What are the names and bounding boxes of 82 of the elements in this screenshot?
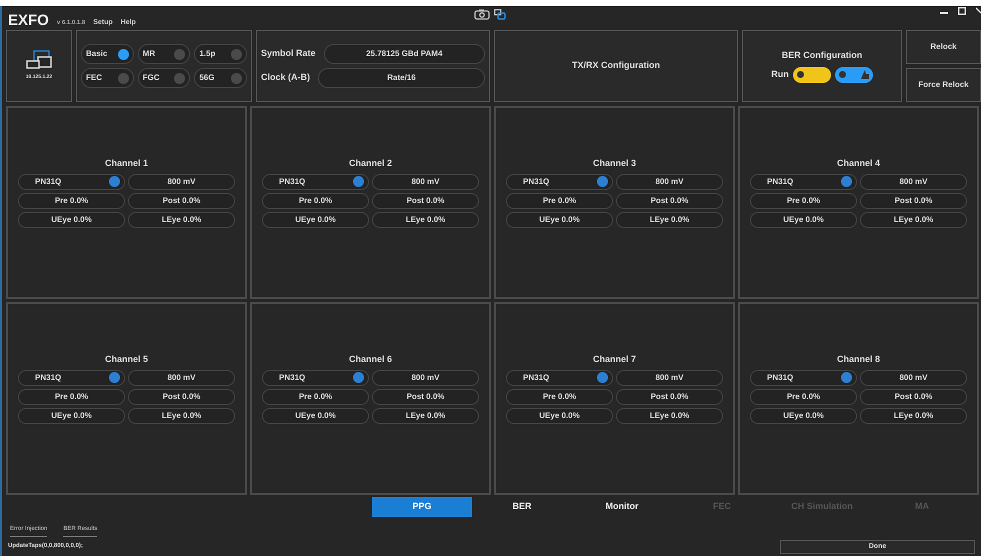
channel-title: Channel 1: [104, 157, 149, 170]
close-button[interactable]: [976, 6, 981, 15]
txrx-config-button[interactable]: TX/RX Configuration: [494, 30, 738, 102]
channel-title: Channel 2: [348, 157, 393, 170]
post-emphasis-field[interactable]: Post 0.0%: [860, 388, 967, 405]
relock-button[interactable]: Force Relock: [906, 68, 981, 102]
pattern-field[interactable]: PN31Q: [750, 370, 857, 386]
tab[interactable]: Monitor: [572, 497, 672, 517]
lower-eye-field[interactable]: LEye 0.0%: [860, 408, 967, 424]
amplitude-field[interactable]: 800 mV: [128, 370, 235, 386]
pattern-field[interactable]: PN31Q: [18, 174, 125, 190]
run-toggle[interactable]: [792, 66, 831, 83]
value-field[interactable]: Rate/16: [318, 68, 485, 88]
lower-eye-field[interactable]: LEye 0.0%: [860, 212, 967, 228]
relock-button[interactable]: Relock: [906, 30, 981, 64]
pre-emphasis-field[interactable]: Pre 0.0%: [750, 192, 857, 209]
panel-title: BER Configuration: [782, 49, 862, 62]
channel-title: Channel 8: [836, 353, 881, 366]
field-label: Symbol Rate: [261, 47, 316, 60]
amplitude-field[interactable]: 800 mV: [860, 174, 967, 190]
channel-title: Channel 7: [592, 353, 637, 366]
channel-title: Channel 5: [104, 353, 149, 366]
amplitude-field[interactable]: 800 mV: [616, 174, 723, 190]
tab[interactable]: PPG: [372, 497, 472, 517]
pre-emphasis-field[interactable]: Pre 0.0%: [750, 388, 857, 405]
mode-toggle[interactable]: MR: [138, 44, 190, 64]
windows-icon[interactable]: [494, 9, 506, 20]
upper-eye-field[interactable]: UEye 0.0%: [750, 408, 857, 424]
mode-toggle[interactable]: FEC: [81, 68, 134, 88]
app-logo: EXFO: [8, 13, 49, 28]
lower-eye-field[interactable]: LEye 0.0%: [128, 212, 235, 228]
post-emphasis-field[interactable]: Post 0.0%: [372, 388, 479, 405]
amplitude-field[interactable]: 800 mV: [860, 370, 967, 386]
lower-eye-field[interactable]: LEye 0.0%: [372, 408, 479, 424]
pre-emphasis-field[interactable]: Pre 0.0%: [506, 192, 613, 209]
amplitude-field[interactable]: 800 mV: [372, 174, 479, 190]
lower-eye-field[interactable]: LEye 0.0%: [372, 212, 479, 228]
pre-emphasis-field[interactable]: Pre 0.0%: [18, 388, 125, 405]
upper-eye-field[interactable]: UEye 0.0%: [18, 408, 125, 424]
post-emphasis-field[interactable]: Post 0.0%: [616, 388, 723, 405]
upper-eye-field[interactable]: UEye 0.0%: [262, 212, 369, 228]
pattern-field[interactable]: PN31Q: [506, 370, 613, 386]
channel-title: Channel 6: [348, 353, 393, 366]
amplitude-field[interactable]: 800 mV: [128, 174, 235, 190]
amplitude-field[interactable]: 800 mV: [616, 370, 723, 386]
post-emphasis-field[interactable]: Post 0.0%: [128, 192, 235, 209]
pattern-field[interactable]: PN31Q: [750, 174, 857, 190]
amplitude-field[interactable]: 800 mV: [372, 370, 479, 386]
pre-emphasis-field[interactable]: Pre 0.0%: [262, 388, 369, 405]
pattern-field[interactable]: PN31Q: [506, 174, 613, 190]
pre-emphasis-field[interactable]: Pre 0.0%: [18, 192, 125, 209]
lower-eye-field[interactable]: LEye 0.0%: [128, 408, 235, 424]
upper-eye-field[interactable]: UEye 0.0%: [750, 212, 857, 228]
upper-eye-field[interactable]: UEye 0.0%: [262, 408, 369, 424]
pre-emphasis-field[interactable]: Pre 0.0%: [262, 192, 369, 209]
lower-eye-field[interactable]: LEye 0.0%: [616, 212, 723, 228]
lower-eye-field[interactable]: LEye 0.0%: [616, 408, 723, 424]
maximize-button[interactable]: [958, 6, 966, 15]
post-emphasis-field[interactable]: Post 0.0%: [860, 192, 967, 209]
network-devices-icon: [26, 50, 52, 70]
pattern-field[interactable]: PN31Q: [262, 174, 369, 190]
pattern-field[interactable]: PN31Q: [262, 370, 369, 386]
channel-title: Channel 3: [592, 157, 637, 170]
field-label: Clock (A-B): [261, 71, 310, 84]
mode-toggle[interactable]: 56G: [194, 68, 247, 88]
mode-toggle[interactable]: FGC: [138, 68, 190, 88]
mode-toggle[interactable]: 1.5p: [194, 44, 247, 64]
upper-eye-field[interactable]: UEye 0.0%: [506, 212, 613, 228]
upper-eye-field[interactable]: UEye 0.0%: [506, 408, 613, 424]
mode-toggle[interactable]: Basic: [81, 44, 134, 64]
camera-icon[interactable]: [474, 9, 490, 20]
pre-emphasis-field[interactable]: Pre 0.0%: [506, 388, 613, 405]
tab[interactable]: BER: [472, 497, 572, 517]
channel-title: Channel 4: [836, 157, 881, 170]
value-field[interactable]: 25.78125 GBd PAM4: [324, 44, 485, 64]
post-emphasis-field[interactable]: Post 0.0%: [372, 192, 479, 209]
clear-toggle[interactable]: [834, 66, 873, 83]
post-emphasis-field[interactable]: Post 0.0%: [128, 388, 235, 405]
post-emphasis-field[interactable]: Post 0.0%: [616, 192, 723, 209]
run-label: Run: [771, 68, 789, 81]
pattern-field[interactable]: PN31Q: [18, 370, 125, 386]
upper-eye-field[interactable]: UEye 0.0%: [18, 212, 125, 228]
